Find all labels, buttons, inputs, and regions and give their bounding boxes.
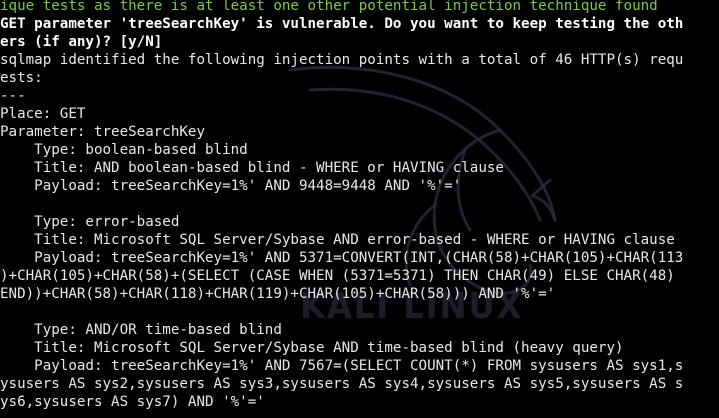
terminal-line: Payload: treeSearchKey=1%' AND 5371=CONV… (0, 250, 684, 266)
terminal-line: Payload: treeSearchKey=1%' AND 9448=9448… (0, 178, 462, 194)
terminal-line: Payload: treeSearchKey=1%' AND 7567=(SEL… (0, 358, 684, 374)
terminal-line: ysusers AS sys2,sysusers AS sys3,sysuser… (0, 376, 684, 392)
terminal-line: Title: Microsoft SQL Server/Sybase AND e… (0, 232, 675, 248)
terminal-line: --- (0, 88, 26, 104)
terminal-line: Parameter: treeSearchKey (0, 124, 205, 140)
terminal-line: ique tests as there is at least one othe… (0, 0, 658, 14)
terminal-line: ers (if any)? [y/N] (0, 34, 163, 50)
terminal-line: Type: boolean-based blind (0, 142, 248, 158)
terminal-line: GET parameter 'treeSearchKey' is vulnera… (0, 16, 684, 32)
terminal-output: ique tests as there is at least one othe… (0, 0, 719, 411)
terminal-line: Title: AND boolean-based blind - WHERE o… (0, 160, 504, 176)
terminal-line: )+CHAR(105)+CHAR(58)+(SELECT (CASE WHEN … (0, 268, 675, 284)
terminal-window[interactable]: KALI LINUX ique tests as there is at lea… (0, 0, 719, 418)
terminal-line: sqlmap identified the following injectio… (0, 52, 684, 68)
terminal-line: Type: error-based (0, 214, 180, 230)
terminal-line: ys6,sysusers AS sys7) AND '%'=' (0, 394, 265, 410)
terminal-line: ests: (0, 70, 43, 86)
terminal-line: Type: AND/OR time-based blind (0, 322, 282, 338)
terminal-line: END))+CHAR(58)+CHAR(118)+CHAR(119)+CHAR(… (0, 286, 556, 302)
terminal-line: Place: GET (0, 106, 86, 122)
terminal-line: Title: Microsoft SQL Server/Sybase AND t… (0, 340, 624, 356)
